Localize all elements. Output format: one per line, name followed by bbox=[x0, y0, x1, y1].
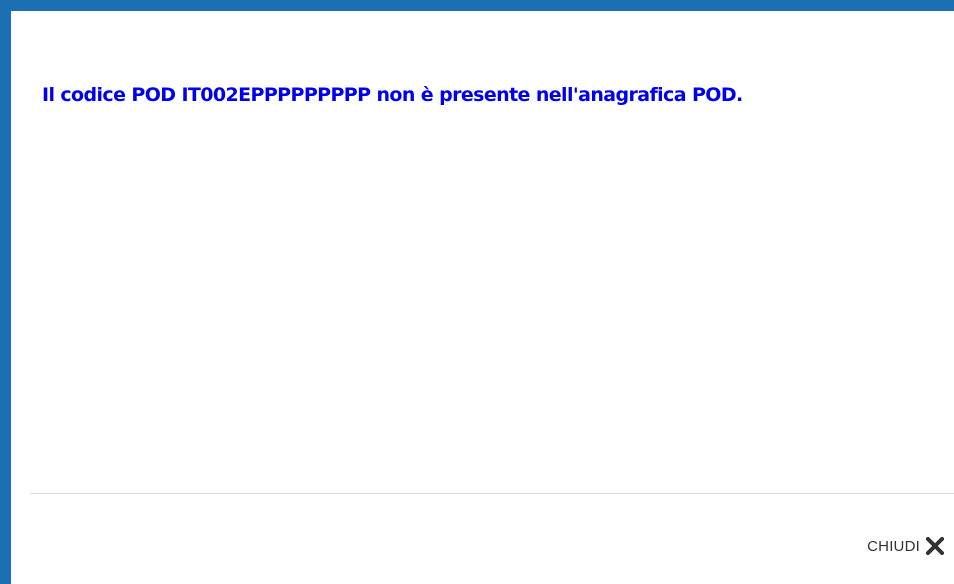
close-button[interactable]: CHIUDI bbox=[867, 537, 944, 555]
dialog-message: Il codice POD IT002EPPPPPPPPP non è pres… bbox=[42, 84, 743, 106]
dialog: Il codice POD IT002EPPPPPPPPP non è pres… bbox=[0, 0, 954, 584]
close-icon bbox=[926, 537, 944, 555]
close-button-label: CHIUDI bbox=[867, 537, 920, 555]
footer-divider bbox=[30, 493, 954, 494]
